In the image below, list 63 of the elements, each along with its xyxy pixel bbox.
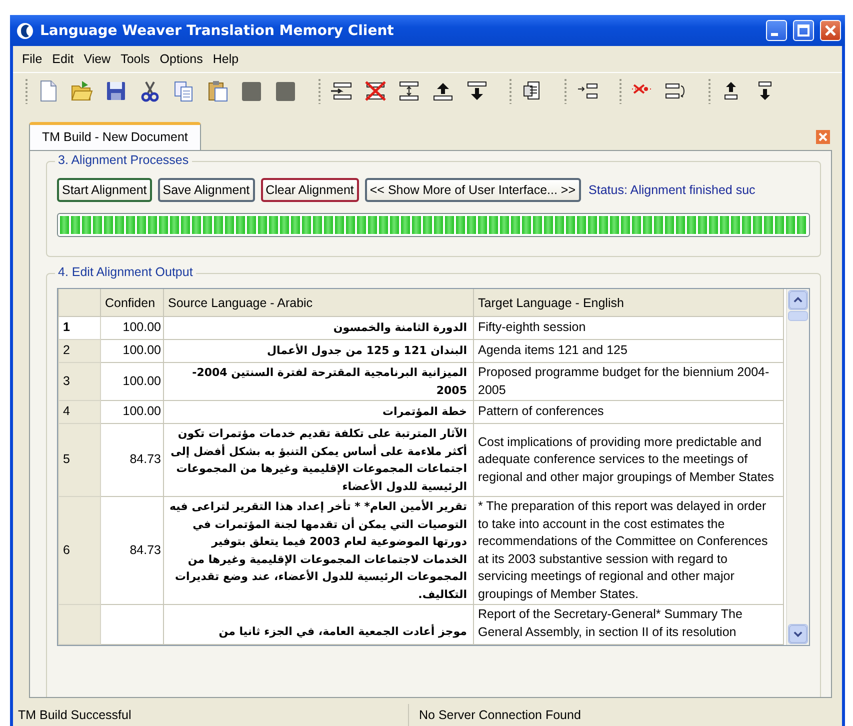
menu-item[interactable]: File	[17, 50, 48, 68]
column-header[interactable]: Target Language - English	[474, 289, 784, 316]
source-cell: تقرير الأمين العام* * تأخر إعداد هذا التقرير لتراعى فيه التوصيات التي يمكن أن تقدمها لجنة المؤتمرات في دورتها الموضوعية لعام 2003 فيما يتعلق بتوفير الخدمات لاجتماعات المجموعات الإقليمية وغيرها من المجموعات الرئيسية للدول الأعضاء، عند وضع تقديرات التكاليف.	[164, 496, 474, 604]
status-text: TM Build Successful	[18, 708, 132, 722]
source-cell: البندان 121 و 125 من جدول الأعمال	[164, 340, 474, 362]
paste-icon[interactable]	[206, 79, 230, 103]
confidence-cell: 100.00	[100, 362, 164, 400]
window-title: Language Weaver Translation Memory Client	[40, 22, 395, 38]
maximize-button[interactable]	[793, 20, 814, 41]
source-cell: خطة المؤتمرات	[164, 400, 474, 424]
menu-item[interactable]: Help	[208, 50, 244, 68]
minimize-button[interactable]	[766, 20, 787, 41]
row-header[interactable]: 5	[58, 424, 100, 496]
app-logo-icon	[16, 22, 34, 40]
row-header[interactable]: 1	[58, 316, 100, 340]
action-button[interactable]: Save Alignment	[158, 178, 255, 202]
confidence-cell: 84.73	[100, 424, 164, 496]
source-cell: موجز أعادت الجمعية العامة، في الجزء ثانيا من	[164, 604, 474, 644]
confidence-cell: 84.73	[100, 496, 164, 604]
action-button[interactable]: << Show More of User Interface... >>	[364, 178, 581, 202]
column-header[interactable]: Source Language - Arabic	[164, 289, 474, 316]
action-button[interactable]: Clear Alignment	[260, 178, 359, 202]
target-cell: Agenda items 121 and 125	[474, 340, 784, 362]
status-text: No Server Connection Found	[419, 708, 581, 722]
target-cell: Fifty-eighth session	[474, 316, 784, 340]
menu-item[interactable]: Edit	[47, 50, 79, 68]
source-cell: الميزانية البرنامجية المقترحة لفترة السنتين 2004-2005	[164, 362, 474, 400]
menu-item[interactable]: View	[78, 50, 116, 68]
confidence-cell: 100.00	[100, 316, 164, 340]
target-cell: Cost implications of providing more predictable and adequate conference services to the meetings of regional and other major groupings of Member States	[474, 424, 784, 496]
target-cell: Pattern of conferences	[474, 400, 784, 424]
folder-icon[interactable]	[70, 79, 94, 103]
merge-icon[interactable]	[397, 79, 421, 103]
save-icon[interactable]	[104, 79, 128, 103]
target-cell: * The preparation of this report was delayed in order to take into account in the cost estimates the recommendations of the Committee on Conferences at its 2003 substantive session with regard to servicing meetings of regional and other major groupings of Member States.	[474, 496, 784, 604]
delete-icon[interactable]	[363, 79, 387, 103]
tab[interactable]: TM Build - New Document	[29, 122, 201, 150]
square-icon[interactable]	[240, 79, 264, 103]
action-button[interactable]: Start Alignment	[57, 178, 152, 202]
source-cell: الآثار المترتبة على تكلفة تقديم خدمات مؤتمرات تكون أكثر ملاءمة على أساس يمكن التنبؤ به بشكل أفضل إلى اجتماعات المجموعات الإقليمية وغيرها من المجموعات الرئيسية للدول الأعضاء	[164, 424, 474, 496]
scroll-down-button[interactable]	[788, 624, 808, 644]
confidence-cell: 100.00	[100, 400, 164, 424]
square-icon[interactable]	[274, 79, 298, 103]
menu-item[interactable]: Options	[154, 50, 208, 68]
target-cell: Proposed programme budget for the biennium 2004-2005	[474, 362, 784, 400]
down-arrow-icon[interactable]	[465, 79, 489, 103]
minimize-icon	[771, 33, 778, 36]
source-cell: الدورة الثامنة والخمسون	[164, 316, 474, 340]
close-icon[interactable]	[816, 130, 830, 144]
status-text: Status: Alignment finished suc	[588, 183, 756, 197]
scroll-up-button[interactable]	[788, 290, 808, 310]
target-cell: Report of the Secretary-General* Summary The General Assembly, in section II of its resolution	[474, 604, 784, 644]
column-header[interactable]: Confiden	[100, 289, 164, 316]
close-button[interactable]	[820, 20, 841, 41]
row-header[interactable]: 6	[58, 496, 100, 604]
group-title: 4. Edit Alignment Output	[55, 265, 196, 279]
row-header[interactable]: 2	[58, 340, 100, 362]
scrollbar-thumb[interactable]	[788, 311, 808, 321]
group-title: 3. Alignment Processes	[55, 153, 192, 167]
row-header[interactable]: 4	[58, 400, 100, 424]
row-header[interactable]: 3	[58, 362, 100, 400]
confidence-cell: 100.00	[100, 340, 164, 362]
menu-item[interactable]: Tools	[116, 50, 155, 68]
